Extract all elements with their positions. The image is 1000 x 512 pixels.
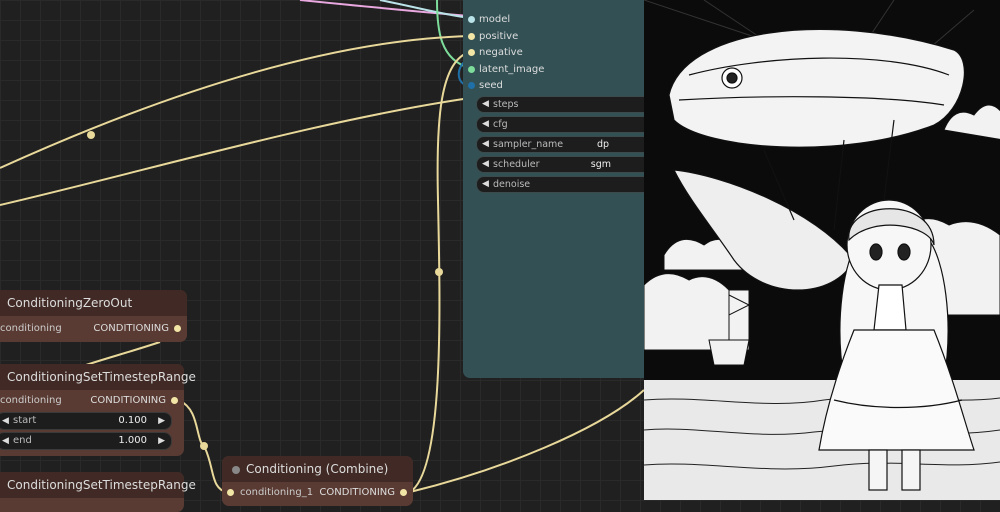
collapse-dot-icon[interactable] bbox=[232, 465, 240, 474]
wire-negative bbox=[0, 97, 471, 206]
widget-label: sampler_name bbox=[493, 139, 564, 150]
output-label: CONDITIONING bbox=[90, 395, 166, 406]
widget-label: start bbox=[13, 415, 37, 426]
input-label: latent_image bbox=[479, 64, 545, 75]
node-title[interactable]: ConditioningSetTimestepRange bbox=[0, 364, 196, 390]
decrement-arrow-icon[interactable]: ◀ bbox=[482, 177, 489, 192]
widget-label: cfg bbox=[493, 119, 508, 130]
increment-arrow-icon[interactable]: ▶ bbox=[158, 433, 165, 449]
node-title[interactable]: ConditioningSetTimestepRange bbox=[0, 472, 196, 498]
widget-scheduler[interactable]: ◀ scheduler sgm bbox=[476, 156, 658, 173]
conditioning-combine-node[interactable]: Conditioning (Combine) conditioning_1 CO… bbox=[222, 456, 413, 506]
socket-positive[interactable] bbox=[468, 33, 475, 40]
decrement-arrow-icon[interactable]: ◀ bbox=[482, 97, 489, 112]
node-title[interactable]: Conditioning (Combine) bbox=[222, 456, 413, 482]
decrement-arrow-icon[interactable]: ◀ bbox=[2, 433, 9, 449]
conditioning-set-timestep-range-node[interactable]: ConditioningSetTimestepRange conditionin… bbox=[0, 364, 196, 456]
output-socket[interactable] bbox=[171, 397, 178, 404]
widget-sampler-name[interactable]: ◀ sampler_name dp bbox=[476, 136, 658, 153]
widget-label: end bbox=[13, 435, 32, 446]
input-label: model bbox=[479, 14, 511, 25]
output-label: CONDITIONING bbox=[319, 487, 395, 498]
input-label: conditioning bbox=[0, 395, 62, 406]
output-socket[interactable] bbox=[174, 325, 181, 332]
input-socket[interactable] bbox=[227, 489, 234, 496]
socket-latent-image[interactable] bbox=[468, 66, 475, 73]
widget-value: 1.000 bbox=[118, 435, 147, 446]
io-row: conditioning CONDITIONING bbox=[0, 390, 184, 412]
socket-model[interactable] bbox=[468, 16, 475, 23]
conditioning-set-timestep-range-node-2[interactable]: ConditioningSetTimestepRange bbox=[0, 472, 196, 512]
decrement-arrow-icon[interactable]: ◀ bbox=[482, 137, 489, 152]
widget-value: dp bbox=[596, 139, 609, 150]
widget-value: 0.100 bbox=[118, 415, 147, 426]
wire-combine-to-preview bbox=[409, 389, 645, 493]
widget-label: scheduler bbox=[493, 159, 540, 170]
socket-negative[interactable] bbox=[468, 49, 475, 56]
wire-reroute-dot[interactable] bbox=[87, 131, 95, 139]
io-row: conditioning_1 CONDITIONING bbox=[222, 482, 413, 504]
wire-reroute-dot-3[interactable] bbox=[200, 442, 208, 450]
widget-cfg[interactable]: ◀ cfg bbox=[476, 116, 658, 133]
input-label: negative bbox=[479, 47, 523, 58]
widget-end[interactable]: ◀ end 1.000 ▶ bbox=[0, 432, 172, 450]
wire-reroute-dot-2[interactable] bbox=[435, 268, 443, 276]
widget-label: denoise bbox=[493, 179, 531, 190]
widget-label: steps bbox=[493, 99, 519, 110]
decrement-arrow-icon[interactable]: ◀ bbox=[482, 117, 489, 132]
widget-start[interactable]: ◀ start 0.100 ▶ bbox=[0, 412, 172, 430]
widget-value: sgm bbox=[590, 159, 611, 170]
input-label: seed bbox=[479, 80, 503, 91]
decrement-arrow-icon[interactable]: ◀ bbox=[2, 413, 9, 429]
input-label: positive bbox=[479, 31, 519, 42]
increment-arrow-icon[interactable]: ▶ bbox=[158, 413, 165, 429]
output-label: CONDITIONING bbox=[93, 323, 169, 334]
ksampler-node[interactable]: model positive negative latent_image see… bbox=[463, 0, 658, 378]
preview-image bbox=[644, 0, 1000, 500]
node-title-text: Conditioning (Combine) bbox=[246, 462, 389, 476]
input-label: conditioning bbox=[0, 323, 62, 334]
wire-positive bbox=[0, 35, 471, 169]
socket-seed[interactable] bbox=[468, 82, 475, 89]
output-socket[interactable] bbox=[400, 489, 407, 496]
widget-steps[interactable]: ◀ steps bbox=[476, 96, 658, 113]
node-title[interactable]: ConditioningZeroOut bbox=[0, 290, 187, 316]
io-row: conditioning CONDITIONING bbox=[0, 318, 187, 340]
conditioning-zero-out-node[interactable]: ConditioningZeroOut conditioning CONDITI… bbox=[0, 290, 187, 342]
input-label: conditioning_1 bbox=[240, 487, 314, 498]
widget-denoise[interactable]: ◀ denoise bbox=[476, 176, 658, 193]
preview-illustration bbox=[644, 0, 1000, 500]
decrement-arrow-icon[interactable]: ◀ bbox=[482, 157, 489, 172]
